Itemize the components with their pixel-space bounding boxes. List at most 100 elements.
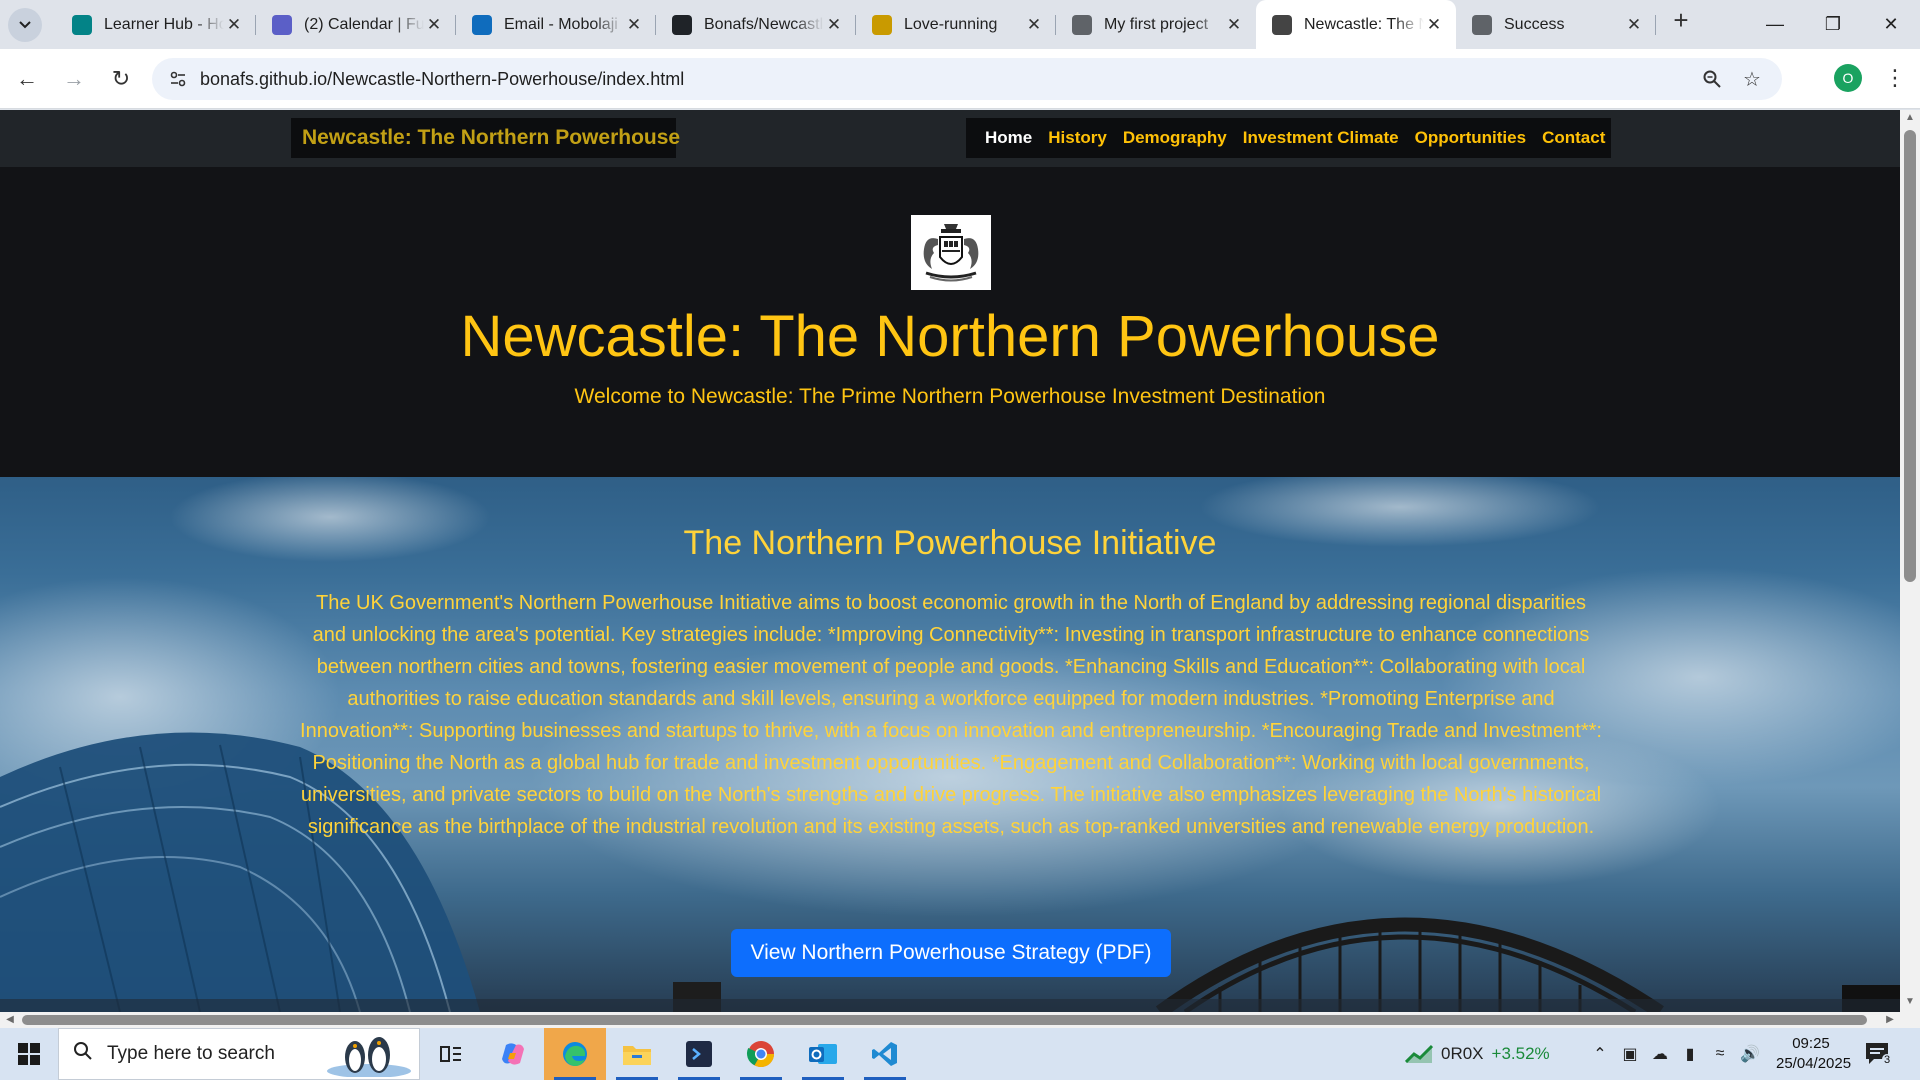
url-text[interactable]: bonafs.github.io/Newcastle-Northern-Powe… [200, 69, 684, 90]
browser-tab[interactable]: My first project ✕ [1056, 0, 1256, 49]
section-title: The Northern Powerhouse Initiative [683, 524, 1217, 562]
forward-button[interactable]: → [54, 59, 94, 99]
scroll-right-arrow-icon[interactable]: ▶ [1882, 1012, 1898, 1028]
stock-chart-icon [1405, 1044, 1433, 1064]
restore-button[interactable]: ❐ [1804, 0, 1862, 49]
browser-tab[interactable]: Newcastle: The N ✕ [1256, 0, 1456, 49]
notification-count-badge: 3 [1882, 1054, 1893, 1066]
sharepoint-icon [72, 14, 92, 35]
bookmark-star-icon[interactable]: ☆ [1740, 67, 1764, 91]
copilot-icon[interactable] [482, 1028, 544, 1080]
clock-time: 09:25 [1792, 1035, 1830, 1052]
minimize-button[interactable]: — [1746, 0, 1804, 49]
browser-tab[interactable]: Learner Hub - Ho ✕ [56, 0, 256, 49]
outlook-icon[interactable] [792, 1028, 854, 1080]
browser-tab[interactable]: (2) Calendar | Fu ✕ [256, 0, 456, 49]
scroll-down-arrow-icon[interactable]: ▼ [1900, 996, 1920, 1012]
tab-title: Learner Hub - Ho [104, 15, 224, 33]
vertical-scroll-thumb[interactable] [1904, 130, 1916, 582]
scroll-left-arrow-icon[interactable]: ◀ [2, 1012, 18, 1028]
windows-taskbar: Type here to search 0R0X +3.52% ⌃ ▣ ☁ ▮ … [0, 1028, 1920, 1080]
nav-contact[interactable]: Contact [1542, 128, 1605, 148]
browser-toolbar: ← → ↻ bonafs.github.io/Newcastle-Norther… [0, 49, 1920, 109]
section-body: The UK Government's Northern Powerhouse … [300, 592, 1602, 838]
close-window-button[interactable]: ✕ [1862, 0, 1920, 49]
nav-opportunities[interactable]: Opportunities [1415, 128, 1526, 148]
file-explorer-icon[interactable] [606, 1028, 668, 1080]
tab-search-button[interactable] [8, 7, 42, 42]
show-hidden-icons-chevron-icon[interactable]: ⌃ [1585, 1044, 1615, 1064]
nav-home[interactable]: Home [985, 128, 1032, 148]
tab-close-icon[interactable]: ✕ [1424, 15, 1444, 35]
battery-icon[interactable]: ▮ [1675, 1044, 1705, 1064]
edge-browser-icon[interactable] [544, 1028, 606, 1080]
zoom-icon[interactable] [1700, 67, 1724, 91]
powershell-icon[interactable] [668, 1028, 730, 1080]
horizontal-scroll-thumb[interactable] [22, 1015, 1867, 1025]
reload-button[interactable]: ↻ [101, 59, 141, 99]
wifi-icon[interactable]: ≈ [1705, 1045, 1735, 1063]
site-brand-link[interactable]: Newcastle: The Northern Powerhouse [302, 126, 680, 150]
tab-close-icon[interactable]: ✕ [224, 15, 244, 35]
teams-icon [272, 14, 292, 35]
browser-tab-strip: Learner Hub - Ho ✕ (2) Calendar | Fu ✕ Email… [0, 0, 1920, 49]
stock-change: +3.52% [1491, 1044, 1550, 1063]
profile-avatar[interactable]: O [1834, 64, 1862, 92]
hero-section: Newcastle: The Northern Powerhouse Welco… [0, 167, 1900, 477]
globe-icon [1472, 14, 1492, 35]
search-icon [73, 1041, 93, 1067]
scroll-up-arrow-icon[interactable]: ▲ [1900, 112, 1920, 128]
tab-close-icon[interactable]: ✕ [424, 15, 444, 35]
browser-tab[interactable]: Success ✕ [1456, 0, 1656, 49]
more-menu-icon[interactable]: ⋮ [1880, 61, 1910, 95]
tab-list: Learner Hub - Ho ✕ (2) Calendar | Fu ✕ Email… [56, 0, 1656, 49]
tab-close-icon[interactable]: ✕ [824, 15, 844, 35]
onedrive-cloud-icon[interactable]: ☁ [1645, 1044, 1675, 1064]
chrome-icon[interactable] [730, 1028, 792, 1080]
view-strategy-pdf-button[interactable]: View Northern Powerhouse Strategy (PDF) [731, 929, 1171, 977]
vscode-icon[interactable] [854, 1028, 916, 1080]
site-navbar: Newcastle: The Northern Powerhouse Home … [0, 110, 1900, 167]
task-view-icon[interactable] [420, 1028, 482, 1080]
nav-history[interactable]: History [1048, 128, 1107, 148]
taskbar-search-box[interactable]: Type here to search [58, 1028, 420, 1080]
nav-investment-climate[interactable]: Investment Climate [1243, 128, 1399, 148]
system-clock[interactable]: 09:25 25/04/2025 [1776, 1034, 1852, 1074]
search-highlight-penguins-icon [327, 1037, 411, 1077]
tab-title: Success [1504, 15, 1565, 33]
hero-title: Newcastle: The Northern Powerhouse [460, 304, 1440, 369]
nav-demography[interactable]: Demography [1123, 128, 1227, 148]
vertical-scrollbar[interactable]: ▲ ▼ [1900, 110, 1920, 1012]
address-bar[interactable]: bonafs.github.io/Newcastle-Northern-Powe… [152, 58, 1782, 100]
clock-date: 25/04/2025 [1776, 1055, 1852, 1072]
tab-close-icon[interactable]: ✕ [624, 15, 644, 35]
tab-title: Newcastle: The N [1304, 15, 1424, 33]
new-tab-button[interactable]: + [1664, 4, 1698, 38]
windows-logo-icon [18, 1043, 40, 1065]
meet-now-icon[interactable]: ▣ [1615, 1044, 1645, 1064]
site-info-icon[interactable] [160, 69, 196, 89]
github-icon [672, 14, 692, 35]
tab-title: Love-running [904, 15, 998, 33]
page-viewport: Newcastle: The Northern Powerhouse Home … [0, 110, 1900, 1012]
browser-tab[interactable]: Email - Mobolaji ✕ [456, 0, 656, 49]
tab-close-icon[interactable]: ✕ [1624, 15, 1644, 35]
browser-tab[interactable]: Love-running ✕ [856, 0, 1056, 49]
tab-title: My first project [1104, 15, 1209, 33]
outlook-icon [472, 14, 492, 35]
tab-close-icon[interactable]: ✕ [1224, 15, 1244, 35]
browser-tab[interactable]: Bonafs/Newcastl ✕ [656, 0, 856, 49]
search-placeholder: Type here to search [107, 1043, 275, 1064]
stock-widget[interactable]: 0R0X +3.52% [1405, 1028, 1550, 1080]
notifications-button[interactable]: 3 [1864, 1040, 1894, 1068]
tab-title: Bonafs/Newcastl [704, 15, 824, 33]
volume-icon[interactable]: 🔊 [1735, 1044, 1765, 1064]
back-button[interactable]: ← [7, 59, 47, 99]
start-button[interactable] [0, 1028, 58, 1080]
coat-of-arms-logo [911, 215, 991, 290]
brand-container: Newcastle: The Northern Powerhouse [291, 118, 680, 158]
crest-icon [1272, 14, 1292, 35]
horizontal-scrollbar[interactable]: ◀ ▶ [0, 1012, 1900, 1028]
chevron-down-icon [19, 20, 31, 28]
tab-close-icon[interactable]: ✕ [1024, 15, 1044, 35]
